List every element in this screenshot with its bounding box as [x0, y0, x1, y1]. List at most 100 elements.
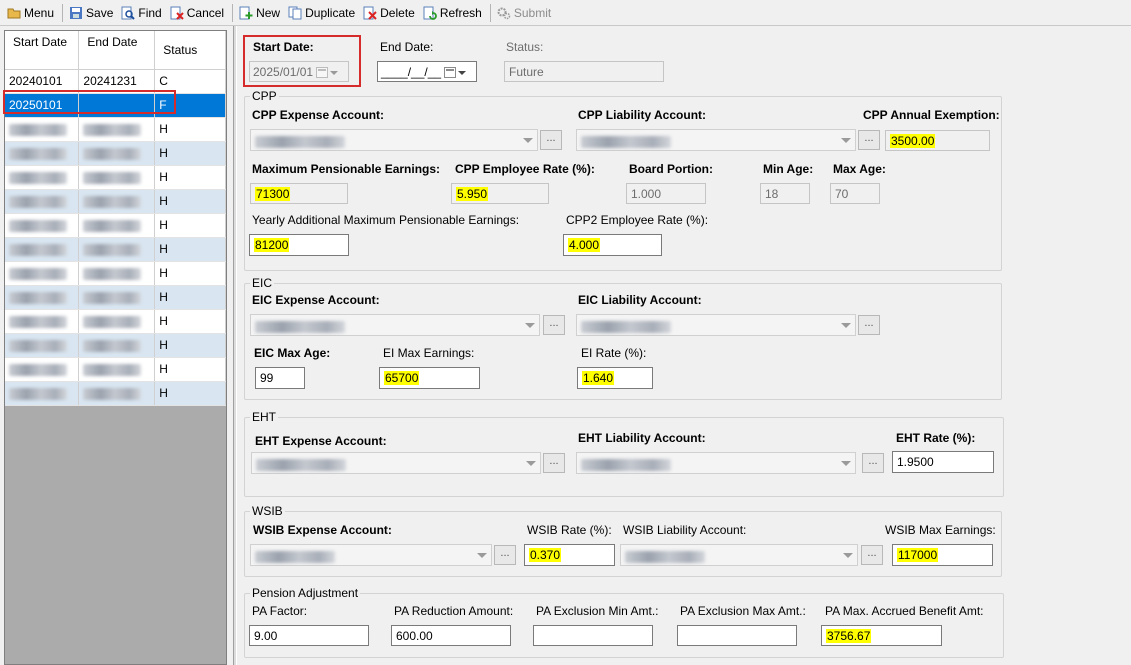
pa-max-accrued-benefit-field[interactable]: 3756.67: [821, 625, 942, 646]
table-row[interactable]: H: [5, 117, 226, 142]
wsib-max-earnings-field[interactable]: 117000: [892, 544, 993, 566]
cpp-annual-exemption-field: 3500.00: [885, 130, 990, 151]
table-row[interactable]: H: [5, 189, 226, 214]
col-header-end-date[interactable]: End Date: [78, 31, 156, 70]
wsib-expense-account-select[interactable]: [250, 544, 492, 566]
save-button[interactable]: Save: [66, 2, 116, 24]
eic-liability-account-select[interactable]: [576, 314, 856, 336]
pa-max-accrued-benefit-label: PA Max. Accrued Benefit Amt:: [825, 604, 984, 618]
eht-expense-account-label: EHT Expense Account:: [255, 434, 387, 448]
eic-group-title: EIC: [250, 276, 275, 290]
pa-exclusion-min-field[interactable]: [533, 625, 653, 646]
eht-expense-account-select[interactable]: [251, 452, 541, 474]
new-button[interactable]: New: [236, 2, 283, 24]
wsib-rate-field[interactable]: 0.370: [524, 544, 615, 566]
redacted-value: [625, 550, 705, 563]
redacted-value: [9, 123, 67, 136]
table-row[interactable]: H: [5, 213, 226, 238]
eht-liability-account-select[interactable]: [576, 452, 856, 474]
cell-start-date: [5, 117, 80, 142]
duplicate-button[interactable]: Duplicate: [285, 2, 358, 24]
wsib-max-earnings-label: WSIB Max Earnings:: [885, 523, 996, 537]
cell-start-date: [5, 261, 80, 286]
cpp-liability-lookup-button[interactable]: ...: [858, 130, 880, 150]
eic-liability-lookup-button[interactable]: ...: [858, 315, 880, 335]
eht-liability-account-label: EHT Liability Account:: [578, 431, 706, 445]
table-row[interactable]: H: [5, 165, 226, 190]
periods-grid: Start Date End Date Status 20240101 2024…: [4, 30, 227, 665]
table-row[interactable]: H: [5, 237, 226, 262]
wsib-liability-account-label: WSIB Liability Account:: [623, 523, 747, 537]
cell-end-date: [78, 117, 156, 142]
redacted-value: [83, 363, 142, 376]
eht-rate-label: EHT Rate (%):: [896, 431, 976, 445]
redacted-value: [9, 267, 67, 280]
cpp2-employee-rate-field[interactable]: 4.000: [563, 234, 662, 256]
yampe-label: Yearly Additional Maximum Pensionable Ea…: [252, 213, 520, 227]
eht-expense-lookup-button[interactable]: ...: [543, 453, 565, 473]
refresh-button[interactable]: Refresh: [420, 2, 485, 24]
redacted-value: [255, 550, 335, 563]
redacted-value: [255, 135, 345, 148]
col-header-status[interactable]: Status: [154, 31, 226, 70]
table-row[interactable]: H: [5, 333, 226, 358]
board-portion-field: 1.000: [626, 183, 706, 204]
min-age-label: Min Age:: [763, 162, 814, 176]
redacted-value: [581, 458, 671, 471]
wsib-expense-lookup-button[interactable]: ...: [494, 545, 516, 565]
eic-expense-account-select[interactable]: [250, 314, 540, 336]
eht-liability-lookup-button[interactable]: ...: [862, 453, 884, 473]
cancel-button[interactable]: Cancel: [167, 2, 227, 24]
end-date-field[interactable]: ____/__/__: [377, 61, 477, 82]
table-row[interactable]: H: [5, 309, 226, 334]
table-row[interactable]: H: [5, 141, 226, 166]
ei-max-earnings-field[interactable]: 65700: [379, 367, 480, 389]
redacted-value: [83, 195, 142, 208]
pa-reduction-amount-field[interactable]: 600.00: [391, 625, 511, 646]
col-header-start-date[interactable]: Start Date: [5, 31, 80, 70]
table-row[interactable]: H: [5, 261, 226, 286]
redacted-value: [9, 291, 67, 304]
eht-group-title: EHT: [250, 410, 278, 424]
cpp-liability-account-select[interactable]: [576, 129, 856, 151]
pa-exclusion-max-field[interactable]: [677, 625, 797, 646]
cell-end-date: [78, 213, 156, 238]
ei-rate-field[interactable]: 1.640: [577, 367, 653, 389]
table-row[interactable]: H: [5, 285, 226, 310]
cell-start-date: [5, 285, 80, 310]
eht-rate-field[interactable]: 1.9500: [892, 451, 994, 473]
eic-max-age-field[interactable]: 99: [255, 367, 305, 389]
table-row[interactable]: H: [5, 357, 226, 382]
cell-start-date: [5, 357, 80, 382]
redacted-value: [83, 315, 142, 328]
pa-factor-field[interactable]: 9.00: [249, 625, 369, 646]
table-row[interactable]: H: [5, 381, 226, 406]
min-age-field: 18: [760, 183, 810, 204]
wsib-liability-lookup-button[interactable]: ...: [861, 545, 883, 565]
save-icon: [69, 6, 83, 20]
cell-status: H: [154, 285, 226, 310]
submit-button[interactable]: Submit: [494, 2, 554, 24]
chevron-down-icon: [841, 461, 851, 466]
toolbar: Menu Save Find Cancel New Duplicate Dele…: [0, 0, 1131, 26]
wsib-liability-account-select[interactable]: [620, 544, 858, 566]
eic-expense-lookup-button[interactable]: ...: [543, 315, 565, 335]
calendar-icon: [316, 67, 329, 79]
cpp-expense-account-select[interactable]: [250, 129, 538, 151]
cell-start-date: [5, 381, 80, 406]
redacted-value: [256, 458, 346, 471]
cpp-expense-lookup-button[interactable]: ...: [540, 130, 562, 150]
start-date-field[interactable]: 2025/01/01: [249, 61, 349, 82]
splitter[interactable]: [233, 26, 237, 665]
ei-max-earnings-label: EI Max Earnings:: [383, 346, 475, 360]
menu-button[interactable]: Menu: [4, 2, 57, 24]
chevron-down-icon: [841, 323, 851, 328]
find-button[interactable]: Find: [118, 2, 164, 24]
delete-button[interactable]: Delete: [360, 2, 418, 24]
cell-status: H: [154, 213, 226, 238]
eic-expense-account-label: EIC Expense Account:: [252, 293, 380, 307]
redacted-value: [83, 291, 142, 304]
cell-status: H: [154, 261, 226, 286]
yampe-field[interactable]: 81200: [249, 234, 349, 256]
cpp-employee-rate-field: 5.950: [451, 183, 549, 204]
